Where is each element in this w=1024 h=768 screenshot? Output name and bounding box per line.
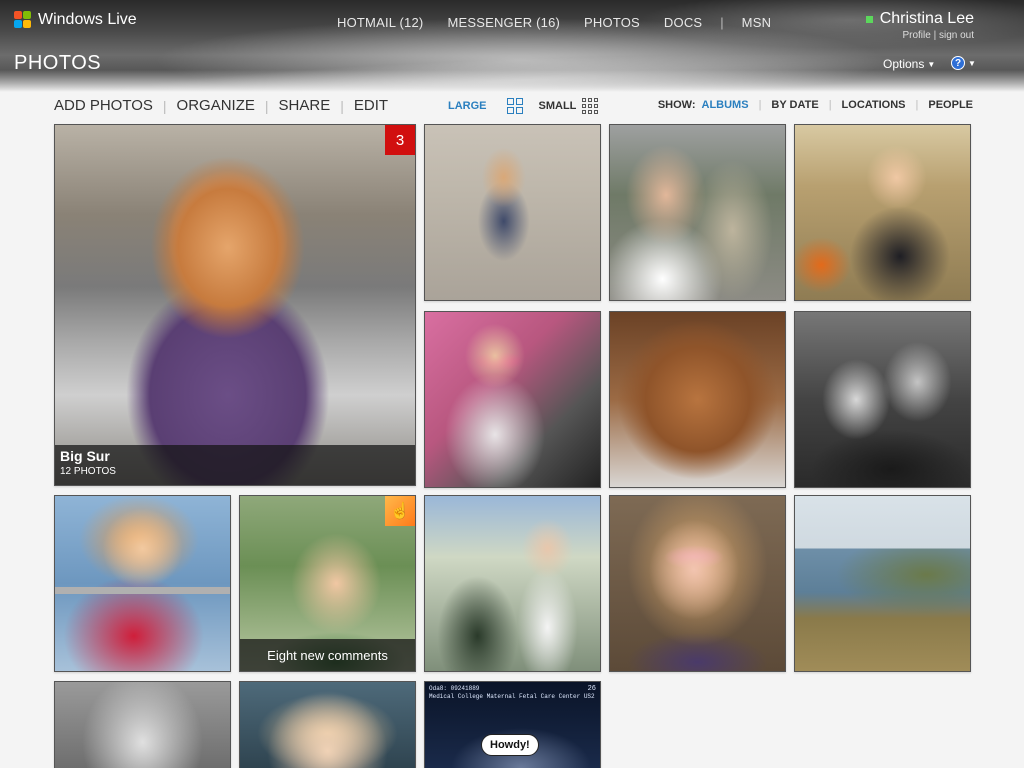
add-photos-button[interactable]: ADD PHOTOS — [54, 97, 153, 114]
album-tile[interactable] — [424, 311, 601, 488]
brand-name: Windows Live — [38, 11, 137, 28]
photo-actions: ADD PHOTOS | ORGANIZE | SHARE | EDIT — [54, 97, 389, 114]
show-people[interactable]: PEOPLE — [928, 99, 973, 111]
top-nav: HOTMAIL (12) MESSENGER (16) PHOTOS DOCS … — [337, 15, 771, 30]
help-icon: ? — [951, 56, 965, 70]
profile-link[interactable]: Profile — [902, 30, 930, 41]
photo-boy-beach — [425, 125, 600, 300]
photo-wedding-couple — [610, 125, 785, 300]
album-count: 12 PHOTOS — [60, 466, 116, 477]
album-tile[interactable] — [54, 681, 231, 768]
album-title: Big Sur — [60, 448, 110, 464]
photo-toddler — [240, 682, 415, 768]
photos-toolbar: ADD PHOTOS | ORGANIZE | SHARE | EDIT LAR… — [0, 92, 1024, 122]
album-tile[interactable] — [794, 495, 971, 672]
options-caret-icon: ▼ — [927, 59, 936, 69]
presence-status-icon — [865, 15, 873, 23]
album-tile-featured[interactable]: 3 Big Sur 12 PHOTOS — [54, 124, 416, 486]
nav-photos[interactable]: PHOTOS — [584, 15, 640, 30]
photo-boy-pumpkins — [795, 125, 970, 300]
show-filter: SHOW: ALBUMS | BY DATE | LOCATIONS | PEO… — [657, 99, 973, 111]
options-menu[interactable]: Options ▼ — [883, 57, 935, 71]
view-large-button[interactable]: LARGE — [448, 100, 487, 112]
album-tile[interactable] — [609, 495, 786, 672]
comments-badge[interactable]: ☝ — [385, 496, 415, 526]
album-tile[interactable]: Oda8: 09241889 Medical College Maternal … — [424, 681, 601, 768]
show-label: SHOW: — [657, 99, 696, 111]
help-menu[interactable]: ? ▼ — [951, 56, 976, 70]
hand-cursor-icon: ☝ — [390, 503, 410, 520]
show-albums[interactable]: ALBUMS — [702, 99, 749, 111]
photo-couple-house — [425, 496, 600, 671]
howdy-speech-bubble: Howdy! — [481, 734, 539, 756]
album-tile[interactable] — [794, 311, 971, 488]
album-tile[interactable] — [609, 124, 786, 301]
small-grid-icon[interactable] — [582, 98, 599, 114]
ultrasound-id: Oda8: 09241889 — [429, 685, 480, 692]
windows-flag-icon — [14, 11, 32, 29]
header-fade — [0, 70, 1024, 92]
ultrasound-corner: 26 — [587, 685, 596, 693]
album-caption: Big Sur 12 PHOTOS — [55, 445, 415, 485]
album-tile[interactable] — [794, 124, 971, 301]
options-label: Options — [883, 57, 925, 71]
large-grid-icon[interactable] — [506, 98, 523, 114]
album-tile[interactable] — [424, 495, 601, 672]
share-button[interactable]: SHARE — [279, 97, 331, 114]
comment-bar[interactable]: Eight new comments — [240, 639, 415, 671]
album-tile-hover[interactable]: ☝ Eight new comments — [239, 495, 416, 672]
edit-button[interactable]: EDIT — [354, 97, 388, 114]
nav-hotmail[interactable]: HOTMAIL (12) — [337, 15, 423, 30]
organize-button[interactable]: ORGANIZE — [177, 97, 255, 114]
sign-out-link[interactable]: sign out — [939, 30, 974, 41]
nav-messenger[interactable]: MESSENGER (16) — [447, 15, 560, 30]
photo-girl-carseat — [425, 312, 600, 487]
show-locations[interactable]: LOCATIONS — [842, 99, 906, 111]
nav-separator: | — [720, 15, 724, 30]
view-size-switch: LARGE SMALL — [448, 98, 599, 114]
album-tile[interactable] — [239, 681, 416, 768]
new-photos-badge: 3 — [385, 125, 415, 155]
photo-girl-beach — [55, 125, 415, 485]
album-tile[interactable] — [609, 311, 786, 488]
nav-docs[interactable]: DOCS — [664, 15, 702, 30]
help-caret-icon: ▼ — [968, 58, 976, 68]
view-small-button[interactable]: SMALL — [539, 100, 577, 112]
nav-msn[interactable]: MSN — [742, 15, 772, 30]
photo-girl-facepaint — [610, 496, 785, 671]
photo-dog — [610, 312, 785, 487]
photo-girl-goggles — [55, 496, 230, 671]
page-title: PHOTOS — [14, 52, 102, 74]
album-tile[interactable] — [424, 124, 601, 301]
photo-big-sur-coast — [795, 496, 970, 671]
user-name[interactable]: Christina Lee — [880, 10, 974, 28]
ultrasound-center: Medical College Maternal Fetal Care Cent… — [429, 693, 595, 700]
windows-live-logo[interactable]: Windows Live — [14, 11, 137, 29]
photo-baby-bw — [55, 682, 230, 768]
album-tile[interactable] — [54, 495, 231, 672]
show-by-date[interactable]: BY DATE — [771, 99, 818, 111]
photo-couple-bw — [795, 312, 970, 487]
user-area: Christina Lee Profile | sign out — [865, 10, 974, 41]
